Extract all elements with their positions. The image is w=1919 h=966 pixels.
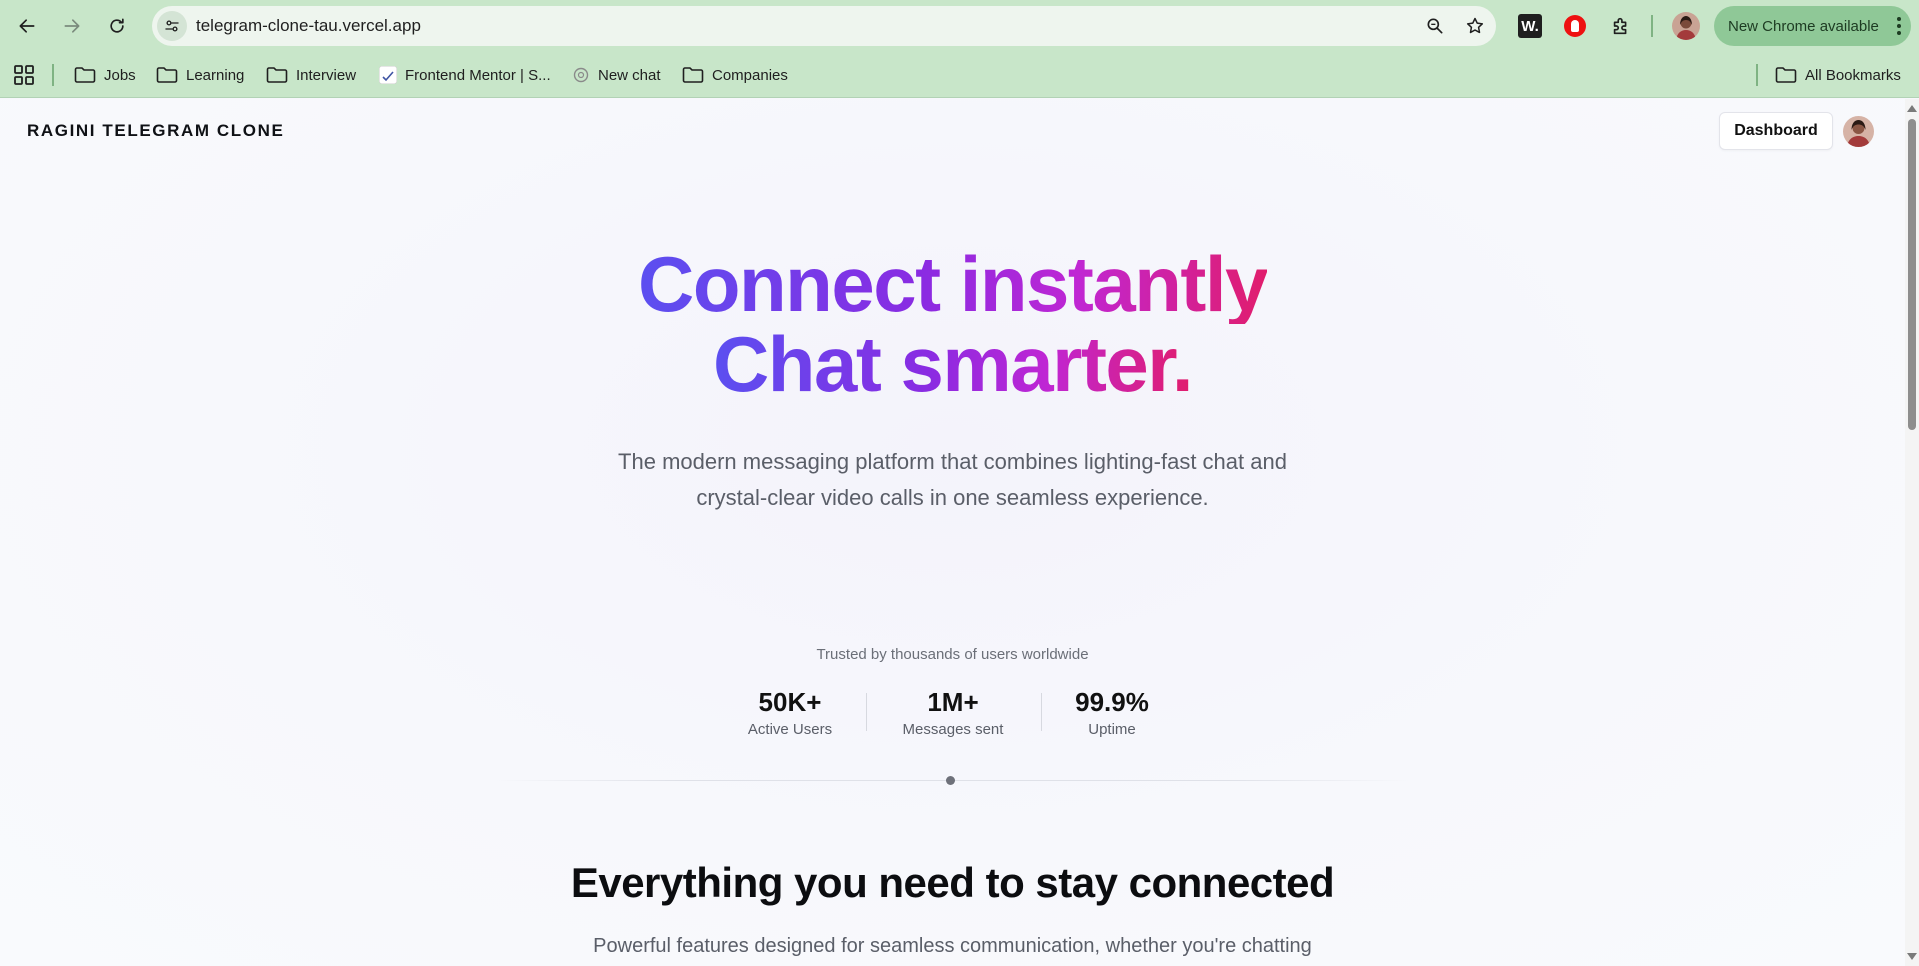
tune-icon — [165, 20, 179, 32]
stat-divider — [866, 693, 867, 731]
user-avatar[interactable] — [1843, 116, 1874, 147]
bookmark-jobs[interactable]: Jobs — [74, 62, 136, 88]
scroll-thumb[interactable] — [1908, 119, 1916, 430]
page-scrollbar[interactable] — [1905, 99, 1919, 966]
bookmark-learning[interactable]: Learning — [156, 62, 244, 88]
arrow-left-icon — [19, 19, 35, 33]
site-brand[interactable]: RAGINI TELEGRAM CLONE — [27, 121, 284, 141]
stat-label: Active Users — [747, 721, 833, 738]
stat-messages-sent: 1M+ Messages sent — [888, 687, 1018, 738]
hero-subtitle: The modern messaging platform that combi… — [618, 449, 1287, 510]
chrome-menu-icon — [1897, 17, 1901, 35]
url-text[interactable]: telegram-clone-tau.vercel.app — [196, 6, 421, 46]
hero-title: Connect instantly Chat smarter. — [0, 244, 1905, 404]
bookmark-new-chat[interactable]: New chat — [572, 62, 661, 88]
stat-value: 1M+ — [927, 687, 979, 717]
browser-frame: telegram-clone-tau.vercel.app W. New Chr… — [0, 0, 1919, 98]
openai-favicon — [573, 67, 589, 83]
scroll-down-arrow-icon[interactable] — [1907, 953, 1917, 960]
all-bookmarks-button[interactable]: All Bookmarks — [1775, 62, 1901, 88]
zoom-button[interactable] — [1422, 13, 1448, 39]
dashboard-button[interactable]: Dashboard — [1719, 112, 1833, 150]
stat-value: 50K+ — [758, 687, 822, 717]
folder-icon — [682, 67, 704, 83]
toolbar-divider — [1651, 15, 1653, 37]
chrome-profile-avatar[interactable] — [1672, 12, 1700, 40]
address-bar[interactable]: telegram-clone-tau.vercel.app — [152, 6, 1496, 46]
bookmark-star-button[interactable] — [1462, 13, 1488, 39]
bookmark-interview[interactable]: Interview — [266, 62, 356, 88]
forward-button[interactable] — [55, 9, 89, 43]
new-chrome-available-button[interactable]: New Chrome available — [1714, 6, 1911, 46]
profile-photo-icon — [1672, 12, 1700, 40]
extension-red-button[interactable] — [1564, 15, 1586, 37]
magnifier-icon — [1427, 18, 1443, 34]
stat-active-users: 50K+ Active Users — [735, 687, 845, 738]
hero-section: Connect instantly Chat smarter. The mode… — [0, 244, 1905, 516]
browser-toolbar: telegram-clone-tau.vercel.app W. New Chr… — [0, 0, 1919, 52]
features-title: Everything you need to stay connected — [570, 859, 1335, 906]
star-icon — [1466, 17, 1484, 34]
hero-title-line-1: Connect instantly — [638, 240, 1268, 328]
arrow-right-icon — [64, 19, 80, 33]
extensions-button[interactable] — [1607, 12, 1635, 40]
bookmarks-bar: Jobs Learning Interview Frontend Mentor … — [0, 52, 1919, 98]
carousel-dot[interactable] — [946, 776, 955, 785]
extension-red-icon — [1571, 20, 1579, 32]
back-button[interactable] — [10, 9, 44, 43]
hero-title-line-2: Chat smarter. — [712, 320, 1194, 408]
stats-row: 50K+ Active Users 1M+ Messages sent 99.9… — [735, 687, 1175, 747]
trusted-caption: Trusted by thousands of users worldwide — [816, 646, 1089, 663]
site-info-button[interactable] — [157, 11, 187, 41]
bookmark-frontend-mentor[interactable]: Frontend Mentor | S... — [379, 62, 551, 88]
extension-w-button[interactable]: W. — [1518, 14, 1542, 38]
stat-divider — [1041, 693, 1042, 731]
user-photo-icon — [1843, 116, 1874, 147]
page-viewport: RAGINI TELEGRAM CLONE Dashboard Connect … — [0, 99, 1905, 966]
folder-icon — [156, 67, 178, 83]
frontend-mentor-favicon — [379, 66, 397, 84]
puzzle-icon — [1613, 17, 1627, 35]
scroll-up-arrow-icon[interactable] — [1907, 105, 1917, 112]
bookmarks-divider — [52, 64, 54, 86]
stat-label: Uptime — [1088, 721, 1136, 738]
folder-icon — [1775, 67, 1797, 83]
folder-icon — [266, 67, 288, 83]
folder-icon — [74, 67, 96, 83]
reload-icon — [110, 18, 124, 33]
apps-grid-icon[interactable] — [12, 63, 36, 87]
stat-label: Messages sent — [902, 721, 1004, 738]
reload-button[interactable] — [100, 9, 134, 43]
bookmark-companies[interactable]: Companies — [682, 62, 788, 88]
features-subtitle: Powerful features designed for seamless … — [593, 935, 1312, 957]
bookmarks-divider-right — [1756, 64, 1758, 86]
stat-uptime: 99.9% Uptime — [1062, 687, 1162, 738]
stat-value: 99.9% — [1075, 687, 1149, 717]
